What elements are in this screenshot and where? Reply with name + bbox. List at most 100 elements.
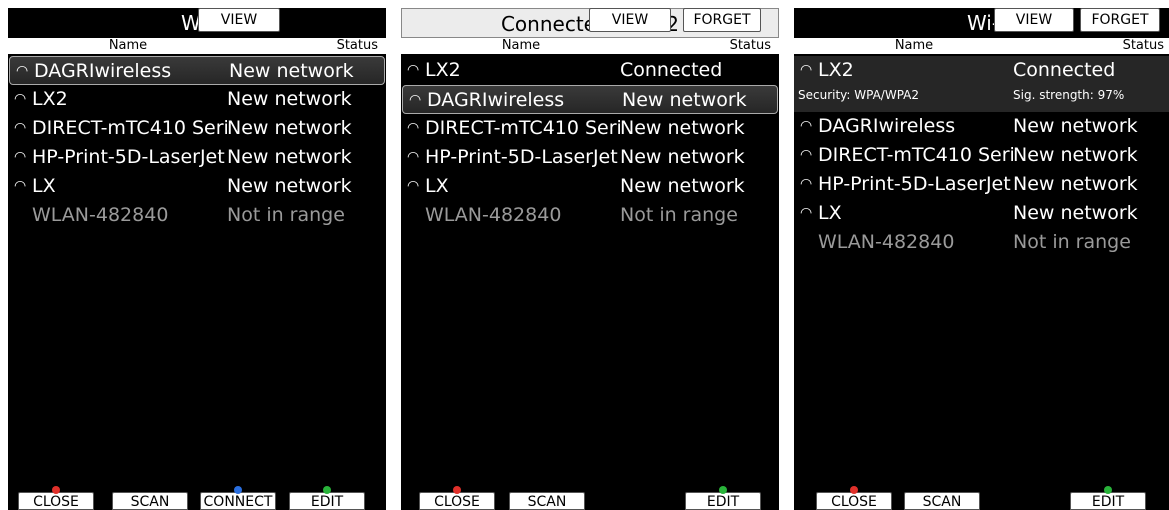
close-label: CLOSE xyxy=(33,494,79,510)
scan-label: SCAN xyxy=(130,494,170,510)
network-row[interactable]: WLAN-482840 Not in range xyxy=(401,201,779,230)
network-row[interactable]: ◠ DIRECT-mTC410 Seri New network xyxy=(8,114,386,143)
network-status: New network xyxy=(1013,202,1138,224)
network-name: HP-Print-5D-LaserJet xyxy=(425,146,618,168)
edit-dot-icon xyxy=(1104,486,1112,494)
status-column-header: Status xyxy=(336,38,378,53)
wifi-panel-1: Wi- VIEW Name Status ◠ DAGRIwireless New n… xyxy=(8,8,386,510)
network-status: New network xyxy=(1013,115,1138,137)
scan-button[interactable]: SCAN xyxy=(509,492,585,510)
wifi-icon: ◠ xyxy=(800,176,813,192)
edit-dot-icon xyxy=(323,486,331,494)
network-row-expanded[interactable]: ◠ LX2 Connected Security: WPA/WPA2 Sig. … xyxy=(794,56,1169,112)
network-name: HP-Print-5D-LaserJet xyxy=(32,146,225,168)
close-button[interactable]: CLOSE xyxy=(18,486,94,510)
network-status: New network xyxy=(1013,144,1138,166)
network-row[interactable]: ◠ LX2 Connected xyxy=(401,56,779,85)
forget-button[interactable]: FORGET xyxy=(1080,8,1160,32)
name-column-header: Name xyxy=(894,38,934,53)
edit-label: EDIT xyxy=(1091,494,1125,510)
scan-button[interactable]: SCAN xyxy=(112,492,188,510)
edit-dot-icon xyxy=(719,486,727,494)
wifi-icon: ◠ xyxy=(14,149,27,165)
wifi-icon: ◠ xyxy=(800,118,813,134)
network-list: ◠ LX2 Connected Security: WPA/WPA2 Sig. … xyxy=(794,56,1169,257)
network-name: DIRECT-mTC410 Seri xyxy=(425,117,621,139)
wifi-icon: ◠ xyxy=(800,205,813,221)
view-button[interactable]: VIEW xyxy=(589,8,671,32)
view-button[interactable]: VIEW xyxy=(994,8,1074,32)
network-name: LX xyxy=(425,175,449,197)
network-status: Not in range xyxy=(227,204,345,226)
security-info: Security: WPA/WPA2 xyxy=(798,88,920,102)
network-row[interactable]: ◠ DIRECT-mTC410 Seri New network xyxy=(794,141,1169,170)
network-row[interactable]: ◠ HP-Print-5D-LaserJet New network xyxy=(8,143,386,172)
status-column-header: Status xyxy=(1122,38,1164,53)
network-list: ◠ DAGRIwireless New network ◠ LX2 New networ… xyxy=(8,56,386,230)
network-row[interactable]: ◠ DAGRIwireless New network xyxy=(402,85,778,114)
wifi-icon: ◠ xyxy=(407,178,420,194)
forget-button[interactable]: FORGET xyxy=(683,8,761,32)
bottom-bar: CLOSE SCAN EDIT xyxy=(401,486,779,510)
network-row[interactable]: ◠ HP-Print-5D-LaserJet New network xyxy=(401,143,779,172)
view-button[interactable]: VIEW xyxy=(198,8,280,32)
network-row[interactable]: ◠ HP-Print-5D-LaserJet New network xyxy=(794,170,1169,199)
edit-label: EDIT xyxy=(706,494,740,510)
wifi-icon: ◠ xyxy=(407,149,420,165)
list-header: Name Status xyxy=(401,38,779,54)
scan-label: SCAN xyxy=(527,494,567,510)
network-row[interactable]: ◠ DIRECT-mTC410 Seri New network xyxy=(401,114,779,143)
network-status: New network xyxy=(620,175,745,197)
close-button[interactable]: CLOSE xyxy=(816,486,892,510)
network-name: LX2 xyxy=(32,88,68,110)
wifi-icon: ◠ xyxy=(407,120,420,136)
close-dot-icon xyxy=(453,486,461,494)
network-row[interactable]: ◠ DAGRIwireless New network xyxy=(794,112,1169,141)
connect-button[interactable]: CONNECT xyxy=(200,486,276,510)
scan-button[interactable]: SCAN xyxy=(904,492,980,510)
close-dot-icon xyxy=(850,486,858,494)
edit-button[interactable]: EDIT xyxy=(685,486,761,510)
network-status: New network xyxy=(227,88,352,110)
wifi-icon: ◠ xyxy=(14,178,27,194)
wifi-panel-2: Connected to LX2 VIEW FORGET Name Status… xyxy=(401,8,779,510)
network-status: New network xyxy=(620,117,745,139)
wifi-icon: ◠ xyxy=(407,62,420,78)
network-status: New network xyxy=(227,117,352,139)
network-status: New network xyxy=(229,60,354,82)
network-row[interactable]: ◠ LX New network xyxy=(401,172,779,201)
edit-label: EDIT xyxy=(310,494,344,510)
signal-strength: Sig. strength: 97% xyxy=(1013,88,1125,102)
status-column-header: Status xyxy=(729,38,771,53)
network-row[interactable]: ◠ DAGRIwireless New network xyxy=(9,56,385,85)
network-status: Connected xyxy=(620,59,723,81)
network-name: DIRECT-mTC410 Seri xyxy=(818,144,1014,166)
network-row[interactable]: ◠ LX2 New network xyxy=(8,85,386,114)
wifi-icon: ◠ xyxy=(409,92,422,108)
name-column-header: Name xyxy=(108,38,148,53)
edit-button[interactable]: EDIT xyxy=(289,486,365,510)
network-status: New network xyxy=(622,89,747,111)
edit-button[interactable]: EDIT xyxy=(1070,486,1146,510)
network-name: WLAN-482840 xyxy=(818,231,955,253)
network-status: New network xyxy=(227,146,352,168)
list-header: Name Status xyxy=(8,38,386,54)
network-status: Not in range xyxy=(620,204,738,226)
network-row[interactable]: WLAN-482840 Not in range xyxy=(8,201,386,230)
wifi-icon: ◠ xyxy=(14,91,27,107)
network-name: DAGRIwireless xyxy=(34,60,172,82)
network-list: ◠ LX2 Connected ◠ DAGRIwireless New network … xyxy=(401,56,779,230)
close-button[interactable]: CLOSE xyxy=(419,486,495,510)
network-name: LX2 xyxy=(425,59,461,81)
name-column-header: Name xyxy=(501,38,541,53)
network-name: HP-Print-5D-LaserJet xyxy=(818,173,1011,195)
network-row[interactable]: ◠ LX New network xyxy=(794,199,1169,228)
bottom-bar: CLOSE SCAN CONNECT EDIT xyxy=(8,486,386,510)
network-name: DIRECT-mTC410 Seri xyxy=(32,117,228,139)
network-name: LX2 xyxy=(818,59,854,81)
network-row[interactable]: WLAN-482840 Not in range xyxy=(794,228,1169,257)
network-name: DAGRIwireless xyxy=(818,115,956,137)
connect-label: CONNECT xyxy=(203,494,273,510)
network-name: LX xyxy=(32,175,56,197)
network-row[interactable]: ◠ LX New network xyxy=(8,172,386,201)
